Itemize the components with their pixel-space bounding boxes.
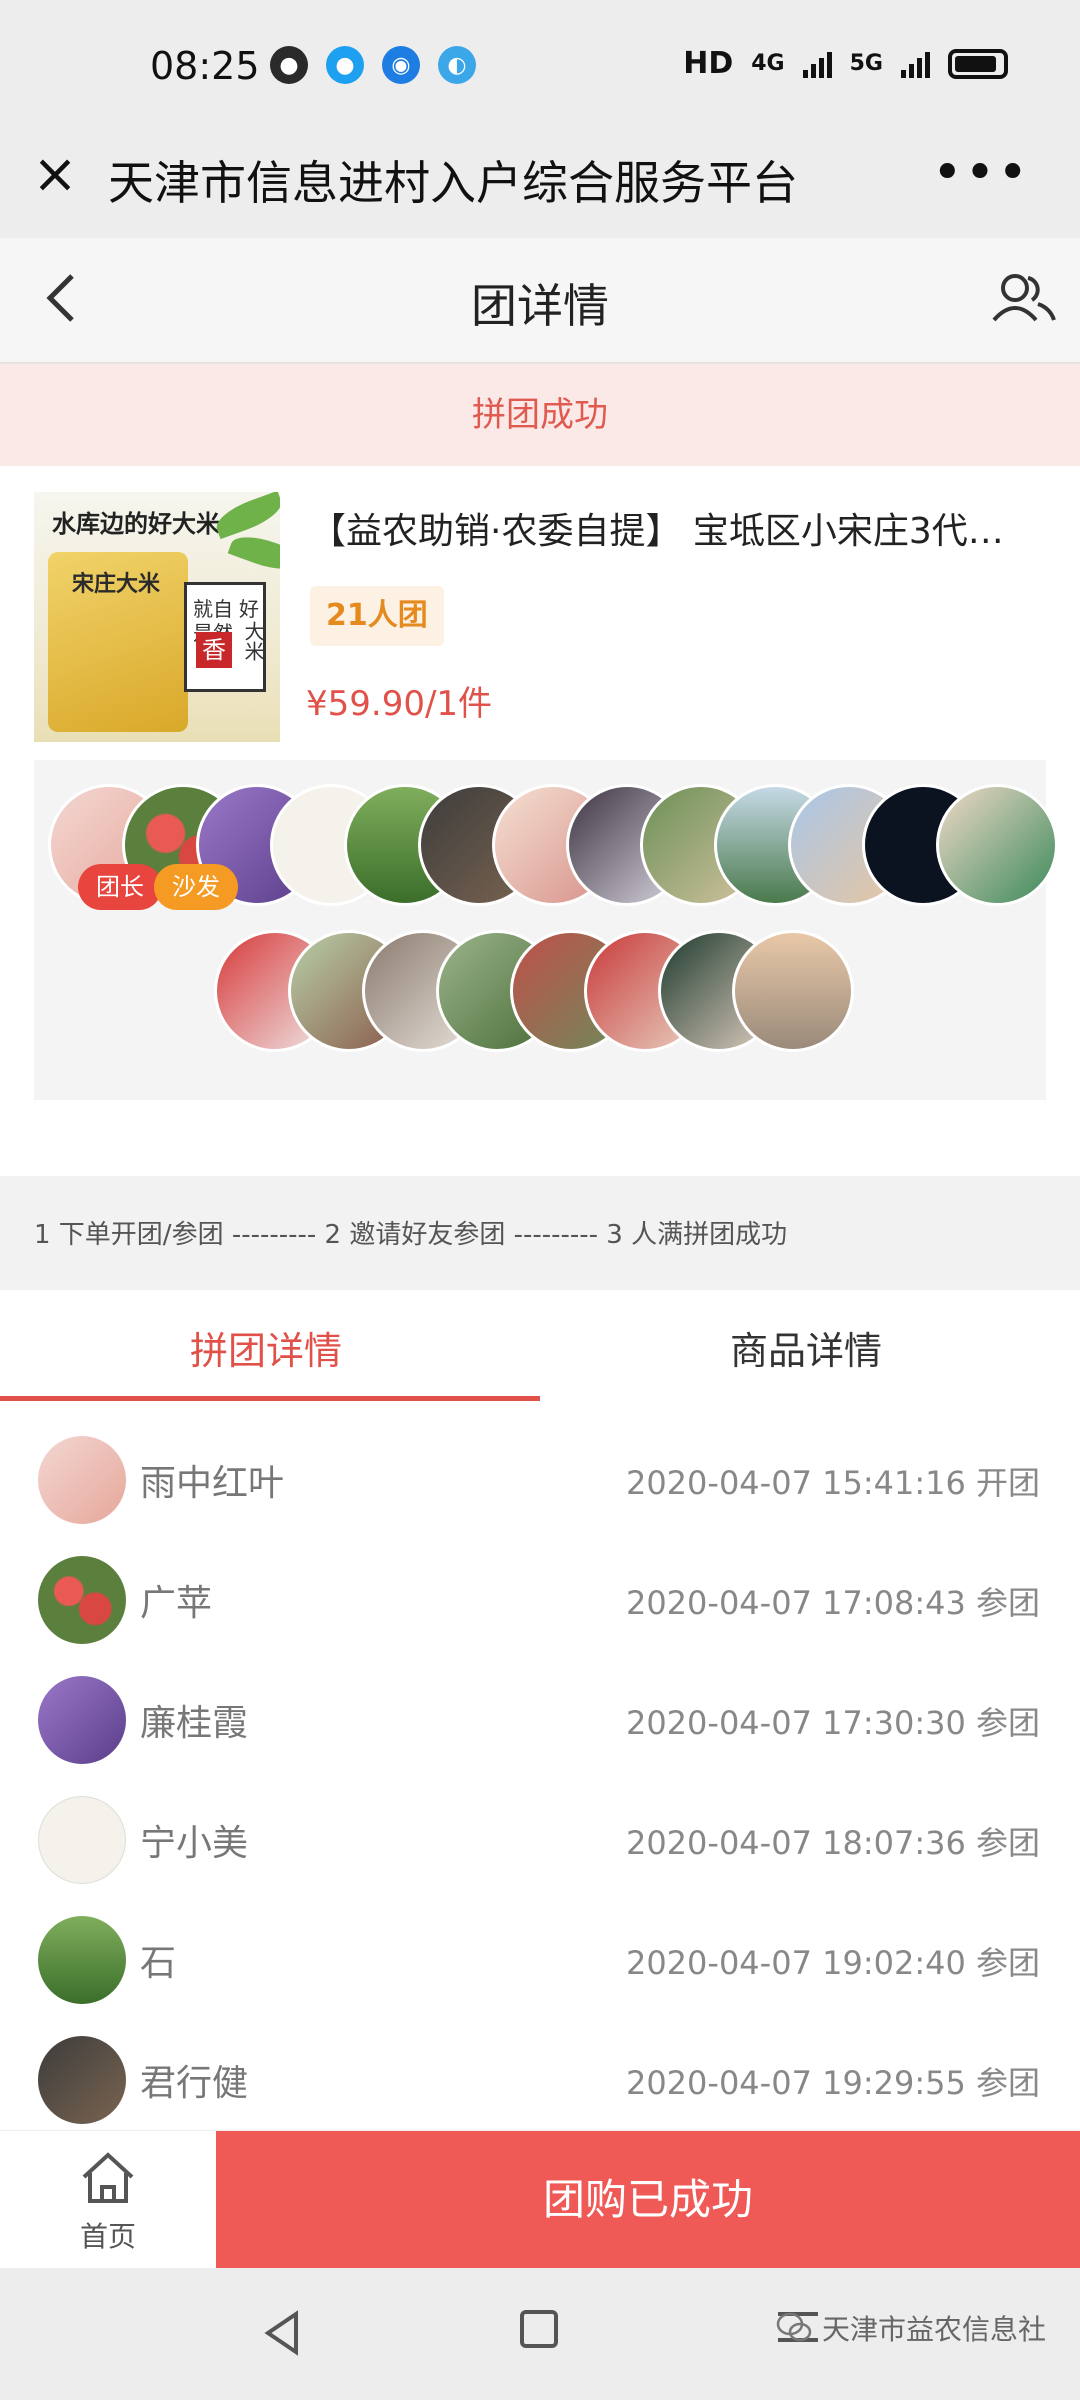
participant-name: 石 (140, 1943, 177, 1984)
nav-back-icon[interactable] (258, 2308, 308, 2358)
tab-product-details[interactable]: 商品详情 (730, 1320, 882, 1375)
sofa-tag: 沙发 (154, 864, 238, 910)
participant-name: 廉桂霞 (140, 1703, 249, 1744)
status-time: 08:25 (150, 44, 260, 88)
home-button[interactable]: 首页 (0, 2131, 216, 2269)
bottom-action-bar: 首页 团购已成功 (0, 2130, 1080, 2269)
group-size-badge: 21人团 (310, 586, 444, 646)
page-header: 团详情 (0, 238, 1080, 364)
participant-time: 2020-04-07 17:08:43 参团 (625, 1584, 1040, 1622)
avatar (38, 1796, 126, 1884)
participant-name: 广苹 (140, 1583, 213, 1624)
watermark: 天津市益农信息社 (776, 2308, 1046, 2348)
member-avatar[interactable] (732, 930, 854, 1052)
webview-title: 天津市信息进村入户综合服务平台 (108, 156, 798, 210)
product-image-caption: 水库边的好大米 (52, 510, 220, 538)
active-tab-indicator (0, 1396, 540, 1401)
avatar (38, 1916, 126, 2004)
group-users-icon[interactable] (988, 268, 1058, 328)
sim1-label: 4G (751, 51, 785, 76)
page-title: 团详情 (471, 279, 609, 333)
vpn-icon: ◐ (438, 46, 476, 84)
participant-name: 宁小美 (140, 1823, 249, 1864)
home-icon (82, 2152, 134, 2203)
list-item[interactable]: 石 2020-04-07 19:02:40 参团 (0, 1896, 1080, 2016)
rice-bag-label: 宋庄大米 (72, 572, 161, 597)
nav-home-icon[interactable] (520, 2310, 558, 2348)
group-purchase-success-button[interactable]: 团购已成功 (216, 2131, 1080, 2269)
status-app-icons: ● ● ◉ ◐ (270, 46, 476, 84)
product-card[interactable]: 水库边的好大米 宋庄大米 就自 是然 好 大米 香 【益农助销·农委自提】 宝坻… (0, 466, 1080, 756)
detail-tabs: 拼团详情 商品详情 (0, 1290, 1080, 1404)
wechat-watermark-icon (776, 2312, 812, 2342)
wechat-icon: ● (270, 46, 308, 84)
qq-icon: ● (326, 46, 364, 84)
product-price: ¥59.90/1件 (306, 684, 493, 724)
participant-name: 君行健 (140, 2063, 249, 2104)
list-item[interactable]: 廉桂霞 2020-04-07 17:30:30 参团 (0, 1656, 1080, 1776)
sim2-label: 5G (849, 51, 883, 76)
group-success-banner: 拼团成功 (0, 364, 1080, 466)
close-icon[interactable]: × (30, 147, 80, 201)
avatar (38, 1436, 126, 1524)
participant-name: 雨中红叶 (140, 1463, 285, 1504)
list-item[interactable]: 广苹 2020-04-07 17:08:43 参团 (0, 1536, 1080, 1656)
leader-tag: 团长 (78, 864, 162, 910)
group-steps: 1 下单开团/参团 --------- 2 邀请好友参团 --------- 3… (0, 1176, 1080, 1290)
participant-list: 雨中红叶 2020-04-07 15:41:16 开团 广苹 2020-04-0… (0, 1416, 1080, 2130)
signal-icon-2 (901, 50, 930, 78)
watermark-text: 天津市益农信息社 (821, 2313, 1046, 2346)
participant-time: 2020-04-07 15:41:16 开团 (625, 1464, 1040, 1502)
participant-time: 2020-04-07 19:29:55 参团 (625, 2064, 1040, 2102)
status-bar: 08:25 ● ● ◉ ◐ HD 4G 5G (0, 0, 1080, 125)
system-nav-bar: 天津市益农信息社 (0, 2268, 1080, 2400)
participant-time: 2020-04-07 17:30:30 参团 (625, 1704, 1040, 1742)
participant-time: 2020-04-07 19:02:40 参团 (625, 1944, 1040, 1982)
signal-icon (802, 50, 832, 78)
status-indicators: HD 4G 5G (683, 46, 1008, 81)
list-item[interactable]: 雨中红叶 2020-04-07 15:41:16 开团 (0, 1416, 1080, 1536)
product-title[interactable]: 【益农助销·农委自提】 宝坻区小宋庄3代… (310, 502, 1030, 554)
webview-title-bar: × 天津市信息进村入户综合服务平台 ••• (0, 125, 1080, 238)
list-item[interactable]: 君行健 2020-04-07 19:29:55 参团 (0, 2016, 1080, 2136)
more-menu-button[interactable]: ••• (932, 143, 1030, 203)
avatar (38, 1556, 126, 1644)
participant-time: 2020-04-07 18:07:36 参团 (625, 1824, 1040, 1862)
steps-text: 1 下单开团/参团 --------- 2 邀请好友参团 --------- 3… (34, 1220, 788, 1250)
home-label: 首页 (79, 2220, 136, 2253)
avatar (38, 1676, 126, 1764)
hd-label: HD (683, 46, 734, 81)
browser-icon: ◉ (382, 46, 420, 84)
member-avatar-grid: 团长 沙发 (34, 760, 1058, 1100)
member-avatar[interactable] (936, 784, 1058, 906)
tab-group-details[interactable]: 拼团详情 (190, 1320, 342, 1375)
product-image[interactable]: 水库边的好大米 宋庄大米 就自 是然 好 大米 香 (34, 492, 280, 742)
avatar (38, 2036, 126, 2124)
list-item[interactable]: 宁小美 2020-04-07 18:07:36 参团 (0, 1776, 1080, 1896)
battery-icon (948, 48, 1008, 79)
